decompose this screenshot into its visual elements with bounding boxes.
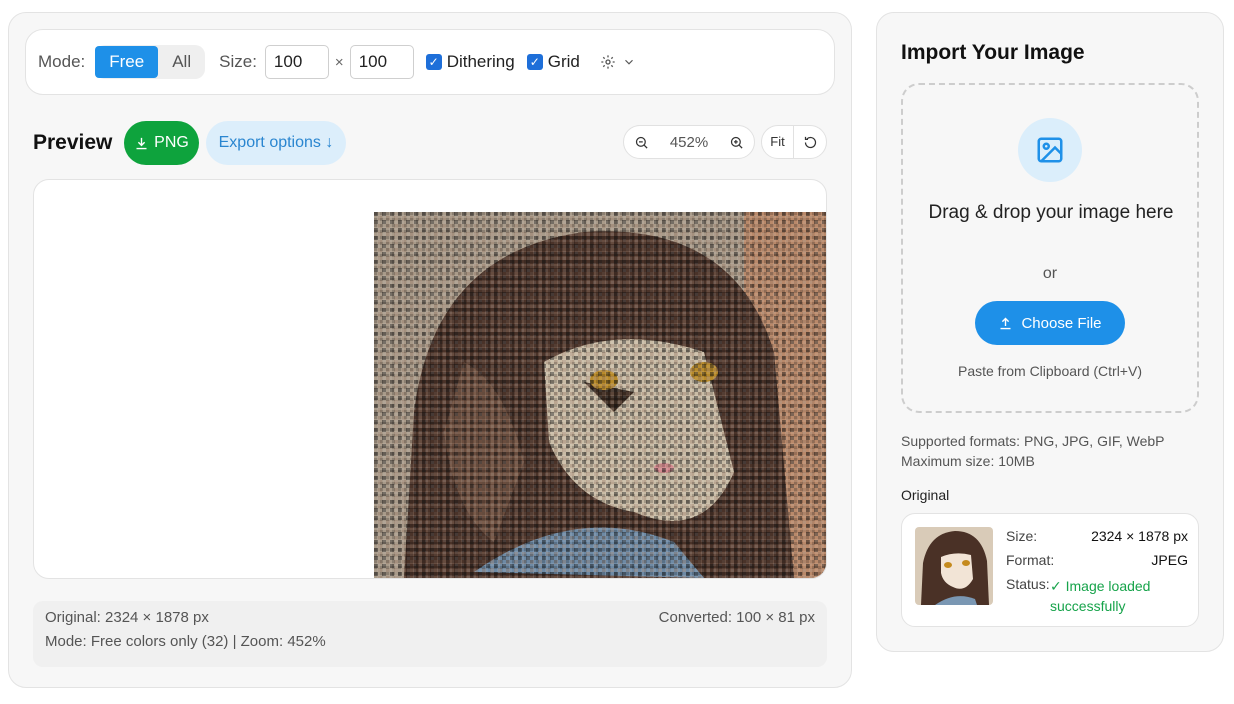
status-key: Status: bbox=[1006, 576, 1050, 592]
dithering-checkbox[interactable]: ✓ Dithering bbox=[425, 52, 515, 72]
download-icon bbox=[136, 137, 147, 149]
mode-all-button[interactable]: All bbox=[158, 46, 205, 78]
gear-icon bbox=[601, 55, 615, 69]
image-icon bbox=[1018, 118, 1082, 182]
export-options-button[interactable]: Export options ↓ bbox=[206, 121, 346, 165]
size-value: 2324 × 1878 px bbox=[1091, 528, 1188, 544]
dithering-label: Dithering bbox=[446, 52, 515, 71]
mode-free-button[interactable]: Free bbox=[95, 46, 159, 78]
chevron-down-icon bbox=[624, 59, 633, 65]
png-label: PNG bbox=[154, 134, 189, 151]
height-input[interactable] bbox=[349, 45, 414, 79]
import-panel: Import Your Image Drag & drop your image… bbox=[876, 12, 1224, 652]
or-text: or bbox=[1042, 265, 1058, 282]
toolbar: Mode: Free All Size: × ✓ Dithering ✓ Gri… bbox=[25, 29, 835, 95]
format-value: JPEG bbox=[1151, 552, 1188, 568]
choose-file-label: Choose File bbox=[1021, 314, 1102, 332]
status-value: ✓ Image loaded successfully bbox=[1050, 578, 1151, 614]
preview-header: Preview PNG Export options ↓ 452% Fit bbox=[33, 121, 833, 165]
choose-file-button[interactable]: Choose File bbox=[975, 301, 1125, 345]
converted-size-text: Converted: 100 × 81 px bbox=[658, 609, 815, 626]
original-label: Original bbox=[901, 487, 950, 503]
width-input[interactable] bbox=[264, 45, 329, 79]
reset-zoom-button[interactable] bbox=[794, 135, 826, 150]
checkmark-icon: ✓ bbox=[526, 54, 543, 70]
zoom-controls: 452% bbox=[623, 125, 755, 159]
zoom-out-icon[interactable] bbox=[634, 135, 649, 150]
preview-title: Preview bbox=[33, 131, 113, 154]
drop-zone[interactable]: Drag & drop your image here or Choose Fi… bbox=[901, 83, 1199, 413]
zoom-level: 452% bbox=[669, 133, 709, 151]
fit-controls: Fit bbox=[761, 125, 827, 159]
supported-formats: Supported formats: PNG, JPG, GIF, WebP M… bbox=[901, 431, 1165, 471]
drop-instructions: Drag & drop your image here bbox=[928, 202, 1174, 223]
size-label: Size: bbox=[219, 52, 257, 71]
format-key: Format: bbox=[1006, 552, 1055, 568]
mode-zoom-text: Mode: Free colors only (32) | Zoom: 452% bbox=[45, 633, 326, 650]
original-meta: Size: 2324 × 1878 px Format: JPEG Status… bbox=[1006, 526, 1188, 614]
original-size-text: Original: 2324 × 1878 px bbox=[45, 609, 209, 626]
main-panel: Mode: Free All Size: × ✓ Dithering ✓ Gri… bbox=[8, 12, 852, 688]
size-key: Size: bbox=[1006, 528, 1038, 544]
reset-icon bbox=[804, 136, 816, 148]
mode-label: Mode: bbox=[38, 52, 86, 71]
original-card: Size: 2324 × 1878 px Format: JPEG Status… bbox=[901, 513, 1199, 627]
conversion-info: Original: 2324 × 1878 px Mode: Free colo… bbox=[33, 601, 827, 667]
grid-checkbox[interactable]: ✓ Grid bbox=[526, 52, 580, 72]
upload-icon bbox=[1000, 317, 1011, 329]
original-thumbnail bbox=[915, 527, 993, 605]
times-sign: × bbox=[334, 53, 344, 71]
checkmark-icon: ✓ bbox=[425, 54, 442, 70]
import-title: Import Your Image bbox=[901, 41, 1085, 64]
mode-selector: Free All bbox=[95, 45, 206, 79]
settings-dropdown[interactable] bbox=[600, 54, 636, 70]
formats-line: Supported formats: PNG, JPG, GIF, WebP bbox=[901, 433, 1165, 449]
fit-button[interactable]: Fit bbox=[762, 126, 794, 158]
grid-label: Grid bbox=[547, 52, 580, 71]
max-size-line: Maximum size: 10MB bbox=[901, 453, 1035, 469]
pixel-art-preview bbox=[374, 212, 826, 578]
paste-from-clipboard[interactable]: Paste from Clipboard (Ctrl+V) bbox=[903, 363, 1197, 379]
download-png-button[interactable]: PNG bbox=[124, 121, 199, 165]
zoom-in-icon[interactable] bbox=[729, 135, 744, 150]
preview-canvas[interactable] bbox=[33, 179, 827, 579]
